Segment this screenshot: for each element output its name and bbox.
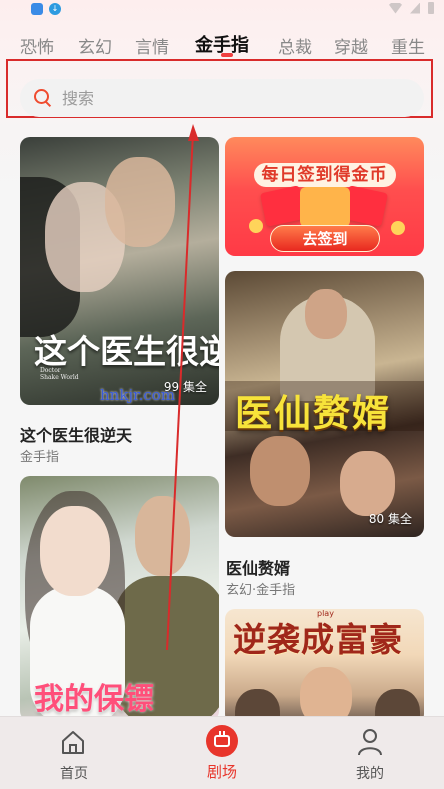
download-notification-icon: ↓ xyxy=(49,3,61,15)
coin-icon xyxy=(391,221,405,235)
daily-signin-banner[interactable]: 每日签到得金币 去签到 xyxy=(225,137,424,256)
coin-icon xyxy=(249,219,263,233)
tab-romance[interactable]: 言情 xyxy=(135,33,169,58)
home-icon xyxy=(62,731,84,754)
nav-home[interactable]: 首页 xyxy=(0,717,148,789)
drama-poster[interactable]: 这个医生很逆天 Doctor Shake World 99 集全 xyxy=(20,137,219,405)
bottom-navigation: 首页 剧场 我的 xyxy=(0,716,444,789)
wifi-icon xyxy=(389,2,402,14)
signal-icon xyxy=(410,2,420,14)
category-tabs: 恐怖 玄幻 言情 金手指 总裁 穿越 重生 xyxy=(0,28,444,62)
poster-title: 医仙赘婿 xyxy=(235,391,391,435)
drama-title[interactable]: 医仙赘婿 xyxy=(226,555,290,579)
drama-poster[interactable]: 医仙赘婿 80 集全 xyxy=(225,271,424,537)
drama-tags: 玄幻·金手指 xyxy=(226,583,296,598)
drama-poster[interactable]: 我的保镖 xyxy=(20,476,219,721)
tab-ceo[interactable]: 总裁 xyxy=(278,33,312,58)
battery-icon xyxy=(428,2,434,14)
nav-profile[interactable]: 我的 xyxy=(296,717,444,789)
drama-tags: 金手指 xyxy=(20,450,60,465)
poster-subtitle: Doctor Shake World xyxy=(40,367,79,381)
profile-icon xyxy=(358,729,382,756)
banner-title: 每日签到得金币 xyxy=(253,163,396,187)
status-indicators xyxy=(389,2,434,14)
watermark-text: hnkjr.com xyxy=(100,386,176,404)
nav-label: 我的 xyxy=(356,766,384,782)
tab-time-travel[interactable]: 穿越 xyxy=(334,33,368,58)
poster-title: 这个医生很逆天 xyxy=(34,332,219,371)
poster-title: 我的保镖 xyxy=(34,682,154,717)
tab-fantasy[interactable]: 玄幻 xyxy=(78,33,112,58)
active-tab-indicator xyxy=(221,53,233,57)
signin-button[interactable]: 去签到 xyxy=(270,225,380,252)
app-notification-icon xyxy=(31,3,43,15)
poster-title: 逆袭成富豪 xyxy=(233,620,403,659)
tab-horror[interactable]: 恐怖 xyxy=(20,33,54,58)
status-bar: ↓ xyxy=(0,0,444,18)
search-bar[interactable] xyxy=(20,79,424,117)
drama-poster[interactable]: play 逆袭成富豪 xyxy=(225,609,424,724)
tab-rebirth[interactable]: 重生 xyxy=(391,33,425,58)
nav-label: 剧场 xyxy=(206,763,237,781)
search-input[interactable] xyxy=(62,88,382,108)
search-icon xyxy=(34,89,52,107)
episode-count: 80 集全 xyxy=(368,512,412,526)
nav-theater[interactable]: 剧场 xyxy=(148,717,296,789)
gift-box-icon xyxy=(300,187,350,227)
nav-label: 首页 xyxy=(60,766,88,782)
theater-icon xyxy=(206,725,238,757)
drama-title[interactable]: 这个医生很逆天 xyxy=(20,422,132,446)
